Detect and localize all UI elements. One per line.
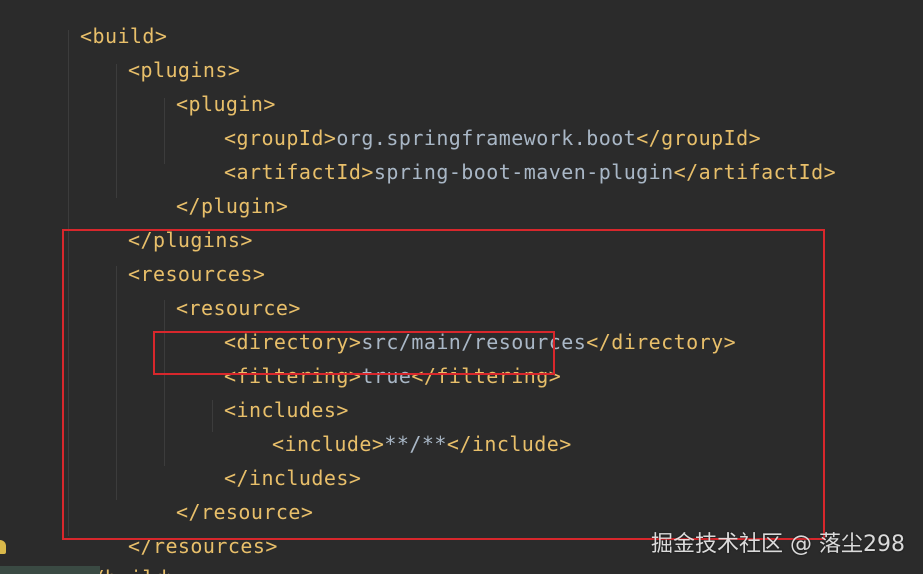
bulb-icon[interactable] — [0, 540, 6, 554]
code-line[interactable]: <resources> — [0, 238, 265, 286]
code-line[interactable]: <plugins> — [0, 34, 240, 82]
code-line[interactable]: </resources> — [0, 510, 278, 558]
code-line[interactable]: </plugins> — [0, 204, 253, 252]
code-line[interactable]: </includes> — [0, 442, 361, 490]
xml-value: true — [361, 364, 412, 388]
code-line[interactable]: <includes> — [0, 374, 349, 422]
xml-tag: </directory> — [586, 330, 737, 354]
xml-value: spring-boot-maven-plugin — [373, 160, 674, 184]
code-line[interactable]: <resource> — [0, 272, 301, 320]
code-editor[interactable]: <build> <plugins> <plugin> <groupId>org.… — [0, 0, 923, 574]
code-line[interactable]: <plugin> — [0, 68, 276, 116]
code-line[interactable]: <filtering>true</filtering> — [0, 340, 561, 388]
watermark: 掘金技术社区 @ 落尘298 — [651, 532, 905, 557]
xml-tag: </include> — [446, 432, 572, 456]
code-line[interactable]: <artifactId>spring-boot-maven-plugin</ar… — [0, 136, 836, 184]
xml-tag: </artifactId> — [673, 160, 837, 184]
code-line[interactable]: </plugin> — [0, 170, 288, 218]
code-line[interactable]: </resource> — [0, 476, 313, 524]
code-line[interactable]: <build> — [0, 0, 167, 48]
xml-value: **/** — [384, 432, 447, 456]
code-line[interactable]: <include>**/**</include> — [0, 408, 572, 456]
xml-tag: </filtering> — [411, 364, 562, 388]
code-line[interactable]: <directory>src/main/resources</directory… — [0, 306, 736, 354]
code-line[interactable]: <groupId>org.springframework.boot</group… — [0, 102, 761, 150]
horizontal-scrollbar[interactable] — [0, 566, 100, 574]
